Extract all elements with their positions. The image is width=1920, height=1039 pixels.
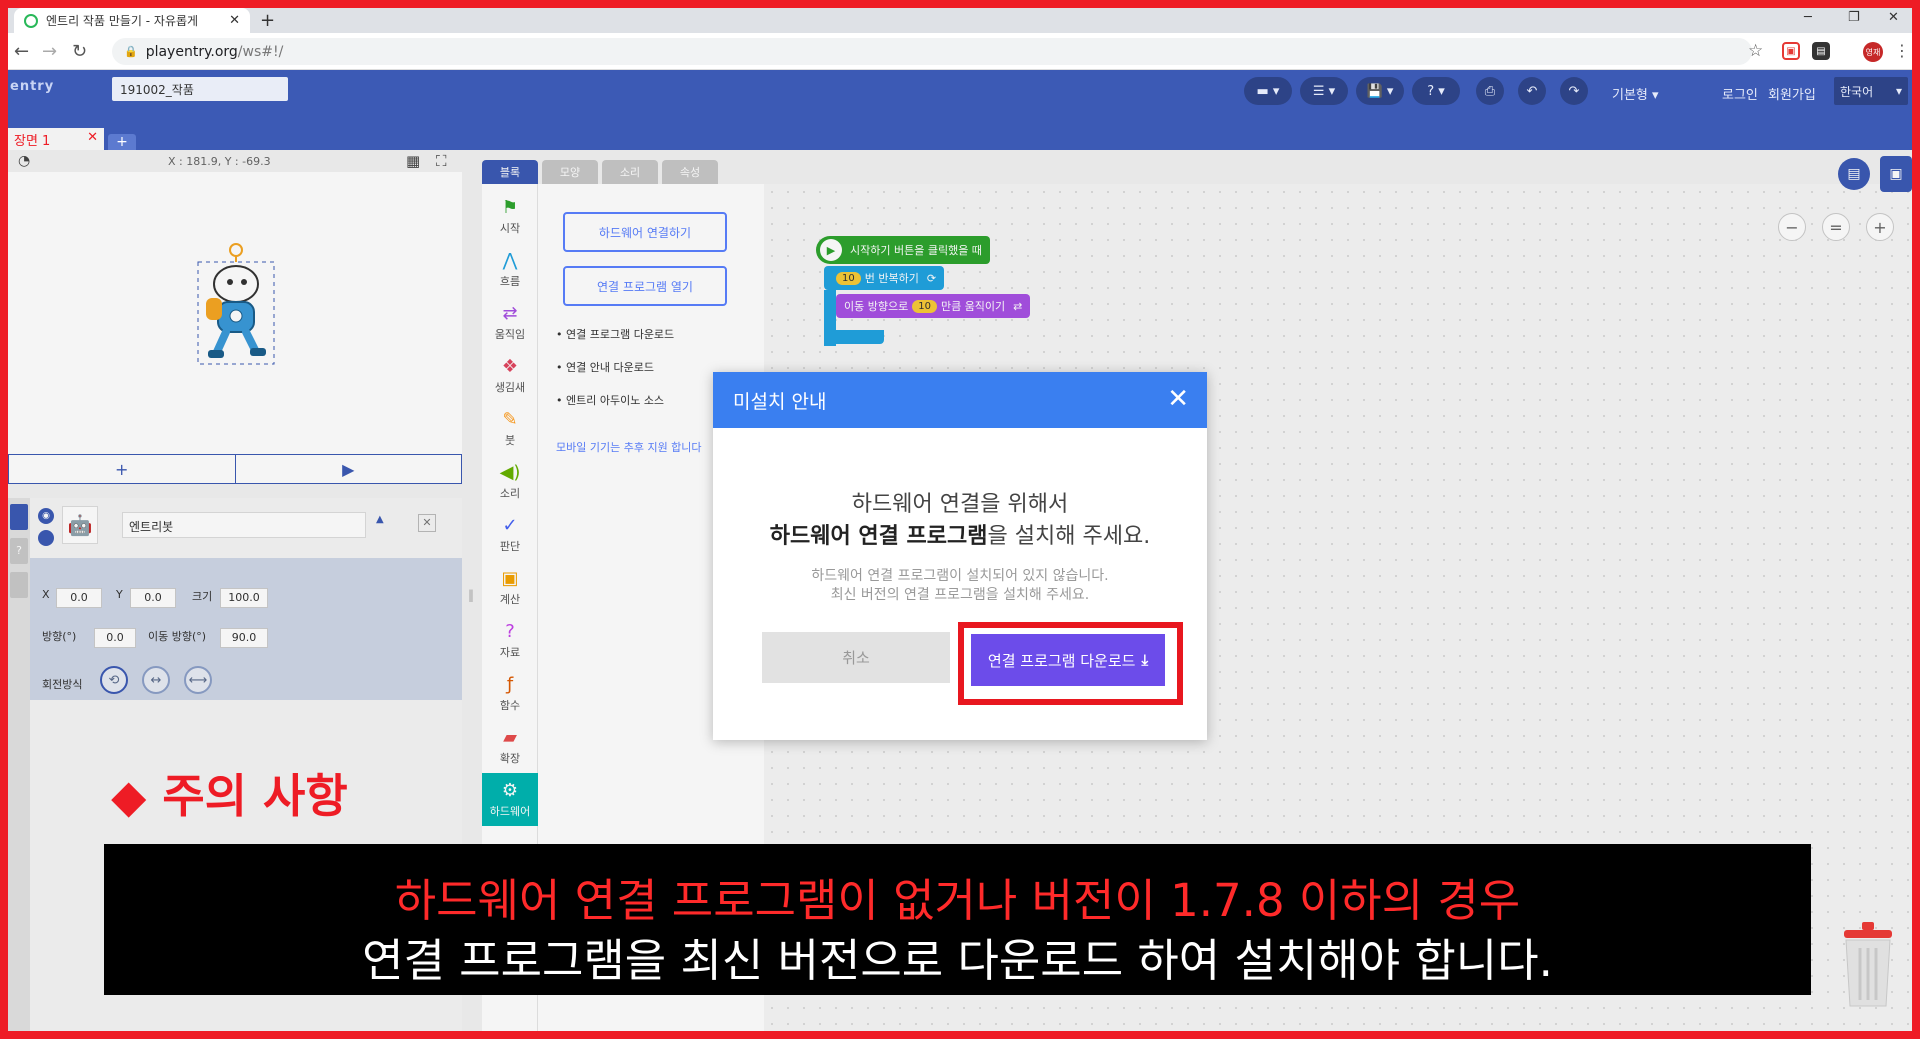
signup-link[interactable]: 회원가입 [1768, 84, 1816, 103]
restore-icon[interactable]: ❐ [1848, 10, 1860, 25]
browser-address-bar: ← → ↻ 🔒 playentry.org/ws#!/ ☆ ▣ ▤ 영재 ⋮ [8, 33, 1912, 70]
tab-title: 엔트리 작품 만들기 - 자유롭게 [46, 14, 199, 28]
close-window-icon[interactable]: ✕ [1888, 10, 1899, 25]
close-tab-icon[interactable]: ✕ [229, 13, 240, 28]
bookmark-star-icon[interactable]: ☆ [1748, 41, 1763, 61]
folder-icon: ▬ ▾ [1256, 83, 1280, 99]
close-icon[interactable]: ✕ [1167, 386, 1189, 412]
file-menu-button[interactable]: ☰ ▾ [1300, 77, 1348, 105]
scene-bar: 장면 1 ✕ + [8, 120, 1912, 150]
browser-menu-icon[interactable]: ⋮ [1894, 41, 1910, 60]
dialog-message-rest: 을 설치해 주세요. [987, 524, 1151, 549]
caption-line-2: 연결 프로그램을 최신 버전으로 다운로드 하여 설치해야 합니다. [362, 934, 1553, 987]
language-select[interactable]: 한국어 ▾ [1834, 77, 1908, 105]
download-connector-button[interactable]: 연결 프로그램 다운로드 ⤓ [971, 634, 1165, 686]
back-icon[interactable]: ← [14, 41, 29, 62]
file-icon: ☰ ▾ [1312, 83, 1336, 99]
dialog-title: 미설치 안내 [733, 390, 827, 413]
caption-box: 하드웨어 연결 프로그램이 없거나 버전이 1.7.8 이하의 경우 연결 프로… [104, 844, 1811, 995]
url-path: /ws#!/ [237, 43, 284, 60]
lock-icon: 🔒 [124, 45, 138, 58]
help-menu-button[interactable]: ? ▾ [1412, 77, 1460, 105]
cancel-button[interactable]: 취소 [762, 632, 950, 683]
url-input[interactable]: 🔒 playentry.org/ws#!/ [112, 38, 1752, 65]
language-label: 한국어 [1840, 84, 1874, 99]
undo-icon: ↶ [1526, 83, 1538, 99]
dialog-message-1: 하드웨어 연결을 위해서 [851, 492, 1069, 517]
profile-avatar[interactable]: 영재 [1863, 42, 1883, 62]
entry-favicon-icon [24, 13, 38, 28]
reload-icon[interactable]: ↻ [72, 41, 87, 62]
save-icon: 💾 ▾ [1366, 83, 1394, 99]
project-name-input[interactable]: 191002_작품 [112, 77, 288, 101]
redo-button[interactable]: ↷ [1560, 77, 1588, 105]
mode-dropdown[interactable]: 기본형 ▾ [1612, 84, 1659, 103]
scene-tab-label: 장면 1 [14, 134, 51, 149]
dialog-message-2: 하드웨어 연결 프로그램을 설치해 주세요. [713, 518, 1207, 550]
add-scene-button[interactable]: + [108, 134, 136, 150]
url-host: playentry.org [145, 43, 238, 60]
help-icon: ? ▾ [1427, 83, 1445, 99]
screenshot-frame: 엔트리 작품 만들기 - 자유롭게 ✕ + ─ ❐ ✕ ← → ↻ 🔒 play… [8, 8, 1912, 1031]
mode-label: 기본형 [1612, 88, 1648, 103]
caption-line-1: 하드웨어 연결 프로그램이 없거나 버전이 1.7.8 이하의 경우 [394, 874, 1521, 927]
forward-icon[interactable]: → [42, 41, 57, 62]
warning-heading: ◆ 주의 사항 [111, 769, 348, 823]
extension-2-icon[interactable]: ▤ [1812, 42, 1830, 60]
redo-icon: ↷ [1568, 83, 1580, 99]
dialog-message-bold: 하드웨어 연결 프로그램 [769, 524, 988, 549]
new-project-button[interactable]: ▬ ▾ [1244, 77, 1292, 105]
extension-icon[interactable]: ▣ [1782, 42, 1800, 60]
download-button-label: 연결 프로그램 다운로드 [987, 651, 1136, 670]
dialog-header: 미설치 안내 [713, 372, 1207, 428]
download-icon: ⤓ [1141, 651, 1149, 669]
dialog-sub-message-2: 최신 버전의 연결 프로그램을 설치해 주세요. [830, 587, 1090, 603]
entry-logo[interactable]: entry [10, 79, 54, 94]
not-installed-dialog: 미설치 안내 ✕ 하드웨어 연결을 위해서 하드웨어 연결 프로그램을 설치해 … [713, 372, 1207, 740]
scene-tab[interactable]: 장면 1 ✕ [8, 128, 104, 150]
login-link[interactable]: 로그인 [1722, 84, 1758, 103]
trash-icon[interactable] [1836, 920, 1900, 1010]
print-button[interactable]: ⎙ [1476, 77, 1504, 105]
dialog-sub-message-1: 하드웨어 연결 프로그램이 설치되어 있지 않습니다. [811, 568, 1109, 584]
scene-close-icon[interactable]: ✕ [87, 130, 98, 148]
new-tab-icon[interactable]: + [260, 10, 275, 31]
chevron-down-icon: ▾ [1895, 84, 1902, 98]
browser-tab[interactable]: 엔트리 작품 만들기 - 자유롭게 ✕ [14, 8, 250, 33]
entry-header: entry 191002_작품 ▬ ▾ ☰ ▾ 💾 ▾ ? ▾ ⎙ ↶ ↷ 기본… [8, 70, 1912, 120]
minimize-icon[interactable]: ─ [1804, 10, 1812, 25]
browser-tab-bar: 엔트리 작품 만들기 - 자유롭게 ✕ + ─ ❐ ✕ [8, 8, 1912, 33]
print-icon: ⎙ [1484, 83, 1496, 99]
undo-button[interactable]: ↶ [1518, 77, 1546, 105]
save-menu-button[interactable]: 💾 ▾ [1356, 77, 1404, 105]
